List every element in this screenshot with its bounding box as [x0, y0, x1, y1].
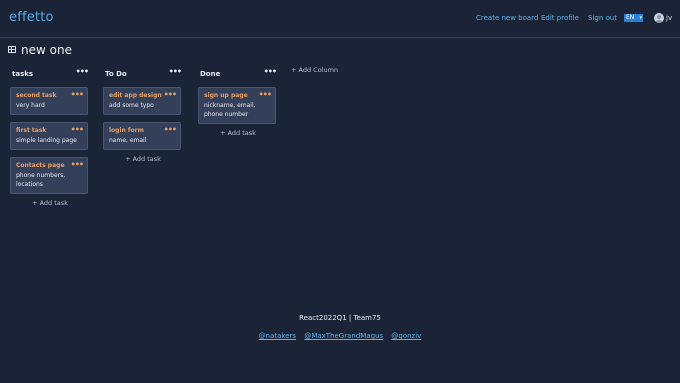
app-header: effetto Create new board Edit profile Si…: [0, 0, 680, 38]
column-done: Done ••• sign up page nickname, email, p…: [196, 66, 280, 137]
sign-out-link[interactable]: Sign out: [588, 14, 617, 22]
task-menu-icon[interactable]: •••: [71, 91, 84, 99]
task-description: name, email: [109, 137, 147, 144]
task-menu-icon[interactable]: •••: [164, 91, 177, 99]
task-card[interactable]: first task simple landing page •••: [10, 122, 88, 150]
add-task-button[interactable]: + Add task: [101, 155, 185, 163]
task-card[interactable]: second task very hard •••: [10, 87, 88, 115]
task-menu-icon[interactable]: •••: [259, 91, 272, 99]
column-title[interactable]: To Do: [105, 70, 127, 78]
column-title[interactable]: tasks: [12, 70, 33, 78]
task-description: simple landing page: [16, 137, 77, 144]
create-board-link[interactable]: Create new board: [476, 14, 538, 22]
task-card[interactable]: edit app design add some typo •••: [103, 87, 181, 115]
add-task-button[interactable]: + Add task: [8, 199, 92, 207]
column-header: To Do •••: [101, 66, 185, 82]
user-avatar-icon[interactable]: [654, 13, 664, 23]
app-logo[interactable]: effetto: [9, 10, 54, 25]
user-name: jv: [666, 14, 673, 22]
board-icon: [8, 46, 16, 53]
task-menu-icon[interactable]: •••: [164, 126, 177, 134]
language-value: EN: [626, 14, 635, 21]
task-description: nickname, email, phone number: [204, 102, 256, 118]
footer-team: React2022Q1 | Team75: [299, 314, 381, 322]
task-description: very hard: [16, 102, 45, 109]
task-card[interactable]: sign up page nickname, email, phone numb…: [198, 87, 276, 124]
footer-link-gonziv[interactable]: @gonziv: [391, 332, 421, 340]
footer-links: @natakers @MaxTheGrandMagus @gonziv: [0, 332, 680, 340]
column-header: tasks •••: [8, 66, 92, 82]
language-select[interactable]: EN ▾: [624, 14, 643, 22]
task-menu-icon[interactable]: •••: [71, 161, 84, 169]
add-task-button[interactable]: + Add task: [196, 129, 280, 137]
task-menu-icon[interactable]: •••: [71, 126, 84, 134]
task-card[interactable]: login form name, email •••: [103, 122, 181, 150]
footer-link-natakers[interactable]: @natakers: [259, 332, 296, 340]
column-header: Done •••: [196, 66, 280, 82]
footer-link-maxthegrandmagus[interactable]: @MaxTheGrandMagus: [304, 332, 383, 340]
column-tasks: tasks ••• second task very hard ••• firs…: [8, 66, 92, 207]
column-menu-icon[interactable]: •••: [169, 68, 182, 76]
task-description: phone numbers, locations: [16, 172, 66, 188]
column-todo: To Do ••• edit app design add some typo …: [101, 66, 185, 163]
task-description: add some typo: [109, 102, 154, 109]
task-card[interactable]: Contacts page phone numbers, locations •…: [10, 157, 88, 194]
chevron-down-icon: ▾: [639, 15, 642, 21]
column-menu-icon[interactable]: •••: [264, 68, 277, 76]
add-column-button[interactable]: + Add Column: [291, 66, 338, 74]
edit-profile-link[interactable]: Edit profile: [541, 14, 579, 22]
column-title[interactable]: Done: [200, 70, 220, 78]
board-title: new one: [21, 43, 72, 57]
column-menu-icon[interactable]: •••: [76, 68, 89, 76]
